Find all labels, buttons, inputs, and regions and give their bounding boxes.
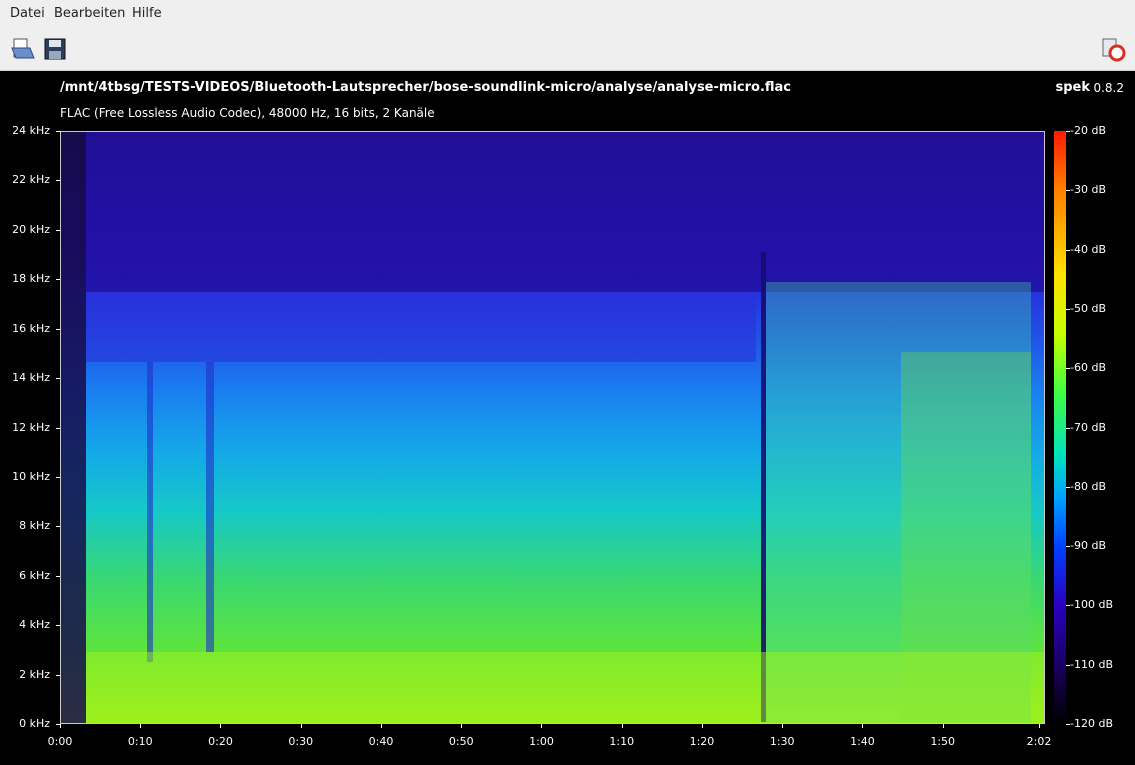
x-tick-mark: [541, 724, 543, 728]
menu-datei[interactable]: Datei: [10, 6, 45, 21]
y-tick-mark: [56, 476, 60, 478]
x-tick-label: 1:00: [529, 735, 554, 748]
x-tick-label: 0:50: [448, 735, 474, 748]
y-tick-mark: [56, 625, 60, 627]
file-format-info: FLAC (Free Lossless Audio Codec), 48000 …: [60, 106, 435, 120]
y-tick-label: 16 kHz: [12, 321, 50, 335]
db-tick-mark: [1066, 546, 1070, 548]
y-tick-label: 20 kHz: [12, 222, 50, 236]
db-tick-mark: [1066, 308, 1070, 310]
x-tick-label: 1:50: [930, 735, 956, 748]
x-tick-mark: [60, 724, 61, 728]
db-tick-mark: [1066, 605, 1070, 607]
menu-bearbeiten[interactable]: Bearbeiten: [54, 6, 125, 21]
db-tick-label: -30 dB: [1070, 183, 1106, 197]
db-tick-label: -50 dB: [1070, 301, 1106, 315]
y-tick-mark: [56, 427, 60, 429]
x-tick-mark: [782, 724, 784, 728]
db-tick-mark: [1066, 427, 1070, 429]
y-tick-mark: [56, 674, 60, 676]
db-tick-mark: [1066, 724, 1070, 725]
x-tick-label: 0:00: [47, 735, 73, 748]
y-tick-label: 4 kHz: [19, 618, 50, 632]
file-path-title: /mnt/4tbsg/TESTS-VIDEOS/Bluetooth-Lautsp…: [60, 80, 791, 95]
db-tick-label: -70 dB: [1070, 420, 1106, 434]
y-tick-label: 18 kHz: [12, 272, 50, 286]
y-tick-mark: [56, 526, 60, 528]
x-tick-label: 2:02: [1026, 735, 1052, 748]
y-tick-mark: [56, 180, 60, 182]
y-tick-mark: [56, 328, 60, 330]
x-tick-label: 1:40: [850, 735, 875, 748]
x-tick-label: 0:10: [127, 735, 153, 748]
save-icon[interactable]: [42, 36, 68, 62]
x-tick-label: 0:40: [368, 735, 394, 748]
x-tick-mark: [862, 724, 864, 728]
x-tick-label: 1:10: [609, 735, 635, 748]
x-tick-label: 1:30: [769, 735, 795, 748]
y-tick-label: 24 kHz: [12, 124, 50, 137]
db-tick-mark: [1066, 486, 1070, 488]
db-tick-mark: [1066, 664, 1070, 666]
db-tick-label: -110 dB: [1070, 657, 1113, 671]
y-tick-mark: [56, 378, 60, 380]
x-tick-mark: [300, 724, 302, 728]
db-tick-label: -90 dB: [1070, 539, 1106, 553]
x-tick-mark: [380, 724, 382, 728]
db-tick-mark: [1066, 368, 1070, 370]
y-tick-label: 14 kHz: [12, 371, 50, 385]
db-tick-label: -40 dB: [1070, 242, 1106, 256]
menu-hilfe[interactable]: Hilfe: [132, 6, 162, 21]
x-tick-mark: [461, 724, 463, 728]
db-tick-label: -100 dB: [1070, 598, 1113, 612]
db-color-scale: [1054, 131, 1066, 724]
x-tick-label: 1:20: [689, 735, 715, 748]
y-tick-label: 0 kHz: [19, 717, 50, 730]
db-tick-mark: [1066, 249, 1070, 251]
db-tick-mark: [1066, 190, 1070, 192]
toolbar: [0, 28, 1135, 71]
db-tick-mark: [1066, 131, 1070, 132]
x-tick-mark: [701, 724, 703, 728]
y-tick-label: 2 kHz: [19, 667, 50, 681]
x-tick-mark: [1039, 724, 1040, 728]
x-tick-mark: [942, 724, 944, 728]
y-tick-mark: [56, 229, 60, 231]
x-tick-mark: [220, 724, 222, 728]
y-tick-label: 8 kHz: [19, 519, 50, 533]
help-lifebuoy-icon[interactable]: [1100, 36, 1126, 62]
db-tick-label: -20 dB: [1070, 124, 1106, 137]
menu-bar: Datei Bearbeiten Hilfe: [0, 0, 1135, 28]
x-tick-label: 0:30: [288, 735, 314, 748]
y-tick-label: 10 kHz: [12, 469, 50, 483]
y-tick-label: 22 kHz: [12, 173, 50, 187]
x-tick-mark: [140, 724, 142, 728]
app-version: 0.8.2: [1093, 81, 1124, 95]
y-tick-mark: [56, 131, 60, 132]
y-tick-mark: [56, 279, 60, 281]
y-tick-label: 6 kHz: [19, 568, 50, 582]
db-tick-label: -60 dB: [1070, 361, 1106, 375]
x-tick-mark: [621, 724, 623, 728]
y-tick-label: 12 kHz: [12, 420, 50, 434]
db-tick-label: -80 dB: [1070, 479, 1106, 493]
spectrogram-view: /mnt/4tbsg/TESTS-VIDEOS/Bluetooth-Lautsp…: [0, 71, 1135, 765]
x-tick-label: 0:20: [208, 735, 233, 748]
db-tick-label: -120 dB: [1070, 717, 1113, 730]
open-file-icon[interactable]: [10, 36, 36, 62]
spectrogram-plot: [60, 131, 1045, 724]
y-tick-mark: [56, 575, 60, 577]
app-name: spek: [1055, 80, 1090, 95]
